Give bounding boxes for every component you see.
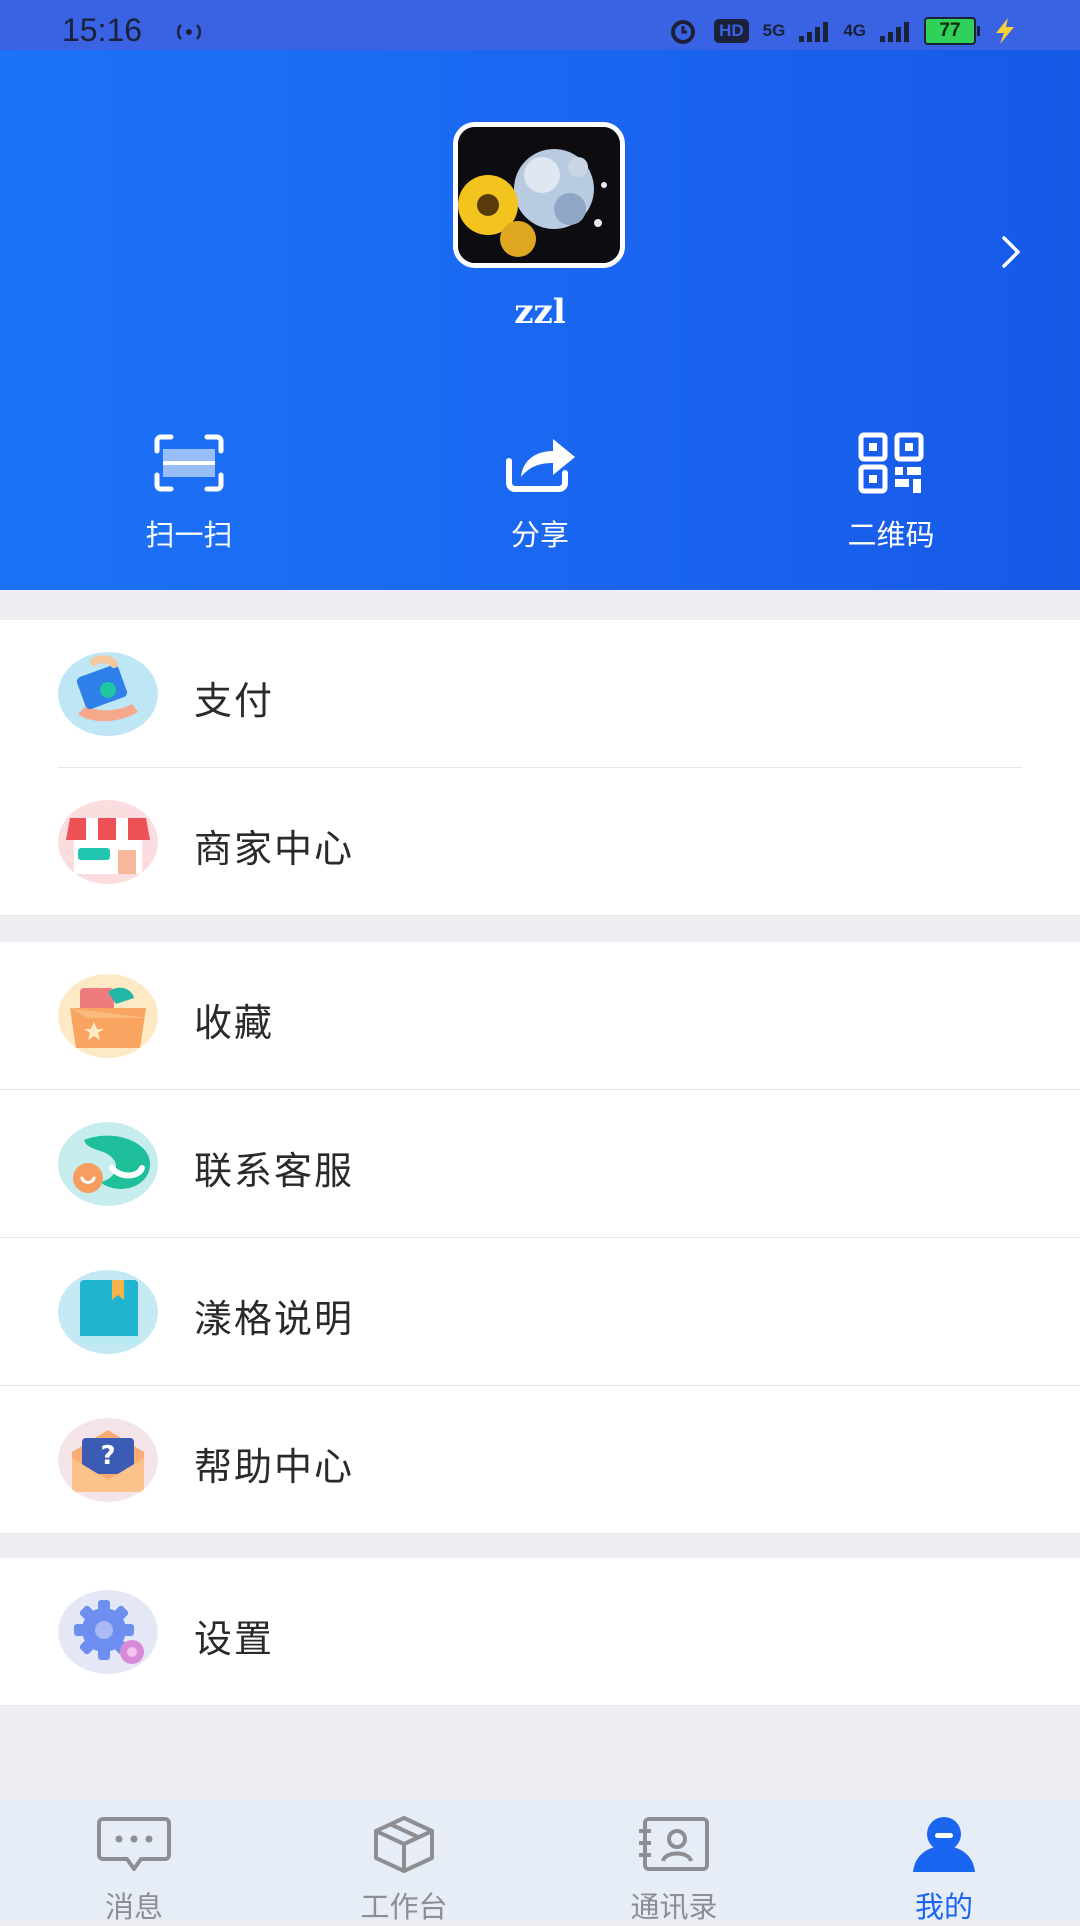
qr-code-label: 二维码 (847, 518, 935, 552)
shop-icon (58, 800, 158, 884)
tab-me[interactable]: 我的 (834, 1812, 1054, 1926)
menu-group-3: 设置 (0, 1558, 1080, 1706)
menu-label: 商家中心 (194, 827, 355, 871)
tab-contacts[interactable]: 通讯录 (564, 1812, 784, 1926)
signal-bars-icon (799, 22, 829, 42)
menu-group-1: 支付 商家中心 (0, 620, 1080, 916)
svg-text:?: ? (100, 1441, 115, 1471)
qr-code-icon (858, 432, 924, 494)
book-icon (58, 1270, 158, 1354)
share-label: 分享 (510, 518, 569, 552)
scan-button[interactable]: 扫一扫 (79, 428, 299, 554)
favorites-box-icon (58, 974, 158, 1058)
sim-5g-label: 5G (762, 21, 786, 40)
menu-item-settings[interactable]: 设置 (0, 1558, 1080, 1706)
share-icon (506, 439, 575, 492)
sim-4g-label: 4G (843, 21, 866, 40)
profile-header: 15:16 HD 5G 4G 77 zzl 扫一扫 分享 二维码 (0, 0, 1080, 590)
contacts-icon (639, 1817, 709, 1871)
menu-label: 联系客服 (194, 1149, 355, 1193)
qr-code-button[interactable]: 二维码 (781, 428, 1001, 554)
menu-label: 漾格说明 (194, 1297, 355, 1341)
menu-label: 帮助中心 (194, 1445, 355, 1489)
menu-label: 收藏 (194, 1001, 275, 1045)
divider (0, 915, 1080, 916)
tab-messages[interactable]: 消息 (24, 1812, 244, 1926)
share-button[interactable]: 分享 (430, 428, 650, 554)
scan-label: 扫一扫 (145, 518, 233, 552)
hd-badge: HD (714, 19, 749, 43)
tab-workbench[interactable]: 工作台 (294, 1812, 514, 1926)
scan-icon (154, 434, 224, 492)
divider (0, 1533, 1080, 1534)
profile-icon (913, 1817, 975, 1872)
battery-indicator: 77 (924, 17, 980, 45)
menu-item-merchant-center[interactable]: 商家中心 (0, 768, 1080, 916)
customer-service-icon (58, 1122, 158, 1206)
settings-gear-icon (58, 1590, 158, 1674)
chevron-right-icon[interactable] (1000, 232, 1024, 272)
help-envelope-icon: ? (58, 1418, 158, 1502)
radio-signal-icon (176, 24, 202, 40)
avatar-flower-image (458, 127, 620, 263)
charging-bolt-icon (996, 18, 1014, 44)
bottom-tab-bar: 消息 工作台 通讯录 我的 (0, 1800, 1080, 1924)
workbench-cube-icon (374, 1816, 434, 1873)
signal-bars-icon (880, 22, 909, 42)
payment-icon (58, 652, 158, 736)
menu-label: 设置 (194, 1617, 275, 1661)
divider (0, 1705, 1080, 1706)
avatar[interactable] (453, 122, 625, 268)
alarm-icon (671, 20, 696, 44)
message-icon (97, 1817, 171, 1871)
status-bar: 15:16 HD 5G 4G 77 (0, 0, 1080, 50)
menu-label: 支付 (194, 679, 275, 723)
menu-item-guide[interactable]: 漾格说明 (0, 1238, 1080, 1386)
menu-item-favorites[interactable]: 收藏 (0, 942, 1080, 1090)
username: zzl (514, 292, 566, 332)
status-time: 15:16 (62, 12, 143, 48)
menu-group-2: 收藏 联系客服 漾格说明 ? 帮助中心 (0, 942, 1080, 1534)
menu-item-customer-service[interactable]: 联系客服 (0, 1090, 1080, 1238)
menu-item-help-center[interactable]: ? 帮助中心 (0, 1386, 1080, 1534)
battery-level: 77 (939, 20, 961, 41)
menu-item-payment[interactable]: 支付 (0, 620, 1080, 768)
